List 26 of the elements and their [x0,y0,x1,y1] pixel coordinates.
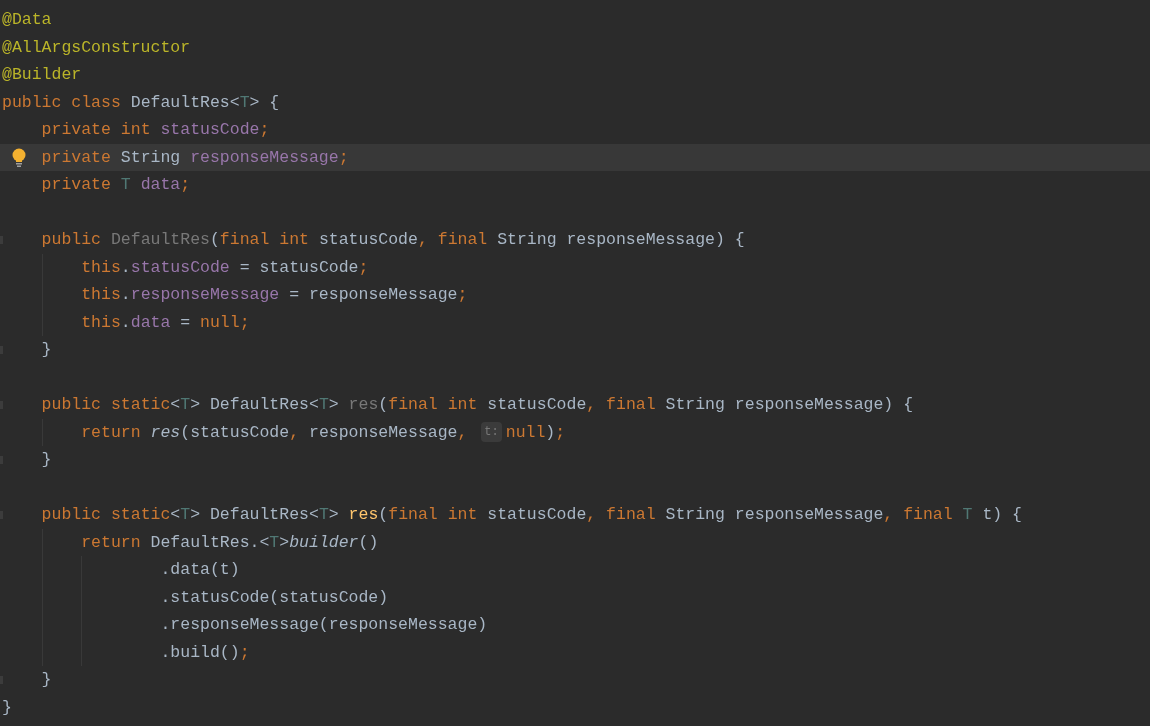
code-text: this.statusCode = statusCode; [81,257,369,277]
code-text: } [41,670,52,689]
code-text: } [2,697,12,717]
code-text: @Builder [2,65,82,84]
code-text: return DefaultRes.<T>builder() [81,532,379,552]
code-text: } [41,450,52,469]
code-text: public DefaultRes(final int statusCode, final String responseMessage) { [41,230,745,249]
code-text: return res(statusCode, responseMessage, [81,422,469,442]
code-text: @AllArgsConstructor [2,37,191,57]
code-text: .data(t) [160,560,240,579]
code-text: .responseMessage(responseMessage) [160,615,488,634]
code-text: public static<T> DefaultRes<T> res(final int statusCode, final String responseMessage, final T t) { [41,505,1022,524]
lightbulb-icon[interactable] [11,147,27,168]
parameter-hint: t: [481,422,502,443]
code-text: @Data [2,10,52,29]
code-text: .statusCode(statusCode) [160,587,389,607]
code-text: public class DefaultRes<T> { [2,92,280,112]
code-text: .build(); [160,642,250,662]
code-text: null); [505,422,566,442]
code-text: private String responseMessage; [41,147,349,167]
code-text: this.responseMessage = responseMessage; [81,285,468,304]
code-text: private T data; [41,175,191,194]
code-text: } [41,340,52,359]
code-text: public static<T> DefaultRes<T> res(final int statusCode, final String responseMessage) { [41,395,914,414]
code-text: private int statusCode; [41,120,270,139]
code-text: this.data = null; [81,312,250,332]
